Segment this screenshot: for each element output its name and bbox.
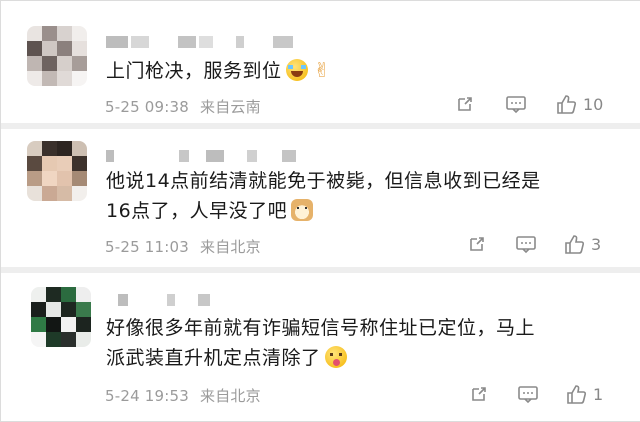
comment-actions: 3 — [467, 233, 601, 255]
tongue-out-icon — [324, 346, 347, 368]
like-count: 3 — [591, 234, 602, 254]
username-redacted[interactable] — [106, 35, 293, 49]
thumbs-up-icon — [565, 235, 585, 254]
avatar[interactable] — [27, 26, 87, 86]
comment-icon — [518, 386, 538, 404]
comment-date: 5-25 09:38 — [105, 98, 190, 116]
doge-icon — [291, 199, 314, 221]
comment-icon — [516, 236, 536, 254]
like-count: 1 — [593, 384, 604, 404]
comment-date: 5-25 11:03 — [105, 238, 190, 256]
comment-text: 他说14点前结清就能免于被毙，但信息收到已经是 16点了，人早没了吧 — [106, 170, 541, 222]
share-icon — [458, 97, 472, 111]
like-button[interactable]: 10 — [555, 93, 603, 115]
username-redacted[interactable] — [106, 293, 210, 307]
comment-item: 上门枪决，服务到位 ✌ 5-25 09:38 来自云南 10 — [1, 1, 640, 123]
laughing-with-tears-icon — [285, 59, 308, 81]
like-count: 10 — [583, 94, 604, 114]
comment-item: 他说14点前结清就能免于被毙，但信息收到已经是 16点了，人早没了吧 5-25 … — [1, 129, 640, 267]
comment-icon — [506, 96, 526, 114]
comment-list: 上门枪决，服务到位 ✌ 5-25 09:38 来自云南 10 他说14点前结清就… — [0, 0, 640, 422]
comment-location: 来自云南 — [200, 98, 261, 116]
comment-item: 好像很多年前就有诈骗短信号称住址已定位，马上 派武装直升机定点清除了 5-24 … — [1, 273, 640, 421]
like-button[interactable]: 3 — [563, 233, 601, 255]
thumbs-up-icon — [567, 385, 587, 404]
avatar[interactable] — [31, 287, 91, 347]
reply-button[interactable] — [515, 234, 537, 254]
comment-text: 好像很多年前就有诈骗短信号称住址已定位，马上 派武装直升机定点清除了 — [106, 317, 536, 369]
share-button[interactable] — [469, 384, 489, 404]
share-icon — [472, 387, 486, 401]
comment-location: 来自北京 — [200, 387, 261, 405]
share-icon — [470, 237, 484, 251]
comment-date: 5-24 19:53 — [105, 387, 190, 405]
comment-meta: 5-24 19:53 来自北京 — [105, 385, 261, 406]
comment-meta: 5-25 11:03 来自北京 — [105, 236, 261, 257]
reply-button[interactable] — [505, 94, 527, 114]
share-button[interactable] — [467, 234, 487, 254]
share-button[interactable] — [455, 94, 475, 114]
comment-text: 上门枪决，服务到位 ✌ — [106, 55, 331, 86]
comment-actions: 10 — [455, 93, 603, 115]
like-button[interactable]: 1 — [565, 383, 603, 405]
username-redacted[interactable] — [106, 149, 296, 163]
reply-button[interactable] — [517, 384, 539, 404]
avatar[interactable] — [27, 141, 87, 201]
thumbs-up-icon — [557, 95, 577, 114]
comment-location: 来自北京 — [200, 238, 261, 256]
victory-hand-icon: ✌ — [313, 58, 331, 82]
comment-actions: 1 — [469, 383, 603, 405]
comment-meta: 5-25 09:38 来自云南 — [105, 96, 261, 117]
